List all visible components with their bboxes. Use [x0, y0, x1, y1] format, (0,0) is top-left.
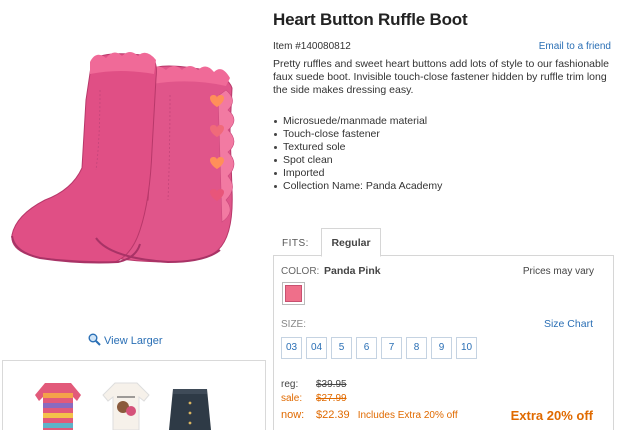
feature-text: Imported [283, 167, 325, 179]
size-button[interactable]: 6 [356, 337, 377, 359]
now-note: Includes Extra 20% off [357, 410, 458, 421]
sale-price-row: sale: $27.99 [281, 393, 347, 404]
reg-label: reg: [281, 379, 299, 390]
size-button[interactable]: 10 [456, 337, 477, 359]
size-button[interactable]: 9 [431, 337, 452, 359]
related-thumbnails [2, 360, 266, 431]
size-button[interactable]: 5 [331, 337, 352, 359]
sale-label: sale: [281, 393, 303, 404]
thumbnail-denim-skirt[interactable] [165, 375, 215, 430]
magnifier-icon [88, 333, 101, 349]
product-image[interactable] [0, 0, 270, 330]
promo-badge: Extra 20% off [510, 408, 593, 423]
feature-text: Spot clean [283, 154, 333, 166]
sale-price: $27.99 [316, 393, 347, 404]
bullet-icon [274, 172, 277, 175]
fits-label: FITS: [282, 238, 309, 249]
size-button[interactable]: 03 [281, 337, 302, 359]
thumbnail-striped-sweater[interactable] [33, 375, 83, 430]
bullet-icon [274, 133, 277, 136]
bullet-icon [274, 146, 277, 149]
size-button[interactable]: 7 [381, 337, 402, 359]
now-price-group: $22.39 Includes Extra 20% off [316, 409, 458, 421]
now-price: $22.39 [316, 409, 350, 421]
product-title: Heart Button Ruffle Boot [273, 10, 468, 29]
list-item: Spot clean [272, 154, 442, 167]
view-larger-link[interactable]: View Larger [88, 333, 163, 349]
now-price-row: now: $22.39 Includes Extra 20% off [281, 409, 458, 421]
fits-tabs: FITS: Regular [273, 228, 612, 257]
regular-price-row: reg: $39.95 [281, 379, 347, 390]
product-description: Pretty ruffles and sweet heart buttons a… [273, 58, 610, 96]
selected-color-name: Panda Pink [324, 265, 381, 277]
prices-note: Prices may vary [522, 266, 594, 277]
feature-text: Microsuede/manmade material [283, 115, 428, 127]
list-item: Imported [272, 167, 442, 180]
feature-text: Collection Name: Panda Academy [283, 180, 443, 192]
bullet-icon [274, 120, 277, 123]
list-item: Textured sole [272, 141, 442, 154]
color-swatch-panda-pink[interactable] [282, 282, 305, 305]
color-label: COLOR: [281, 266, 320, 277]
size-chart-link[interactable]: Size Chart [544, 318, 593, 330]
item-number: Item #140080812 [273, 41, 351, 52]
bullet-icon [274, 185, 277, 188]
size-label: SIZE: [281, 319, 307, 330]
size-button[interactable]: 8 [406, 337, 427, 359]
feature-list: Microsuede/manmade material Touch-close … [272, 115, 442, 193]
feature-text: Textured sole [283, 141, 346, 153]
email-friend-link[interactable]: Email to a friend [539, 41, 611, 52]
feature-text: Touch-close fastener [283, 128, 380, 140]
size-options: 03 04 5 6 7 8 9 10 [281, 337, 477, 359]
options-panel: COLOR: Panda Pink Prices may vary SIZE: … [273, 255, 614, 430]
list-item: Microsuede/manmade material [272, 115, 442, 128]
now-label: now: [281, 409, 305, 421]
tab-regular[interactable]: Regular [321, 228, 381, 257]
list-item: Touch-close fastener [272, 128, 442, 141]
reg-price: $39.95 [316, 379, 347, 390]
view-larger-label: View Larger [104, 335, 163, 347]
thumbnail-white-tee[interactable] [101, 375, 151, 431]
size-button[interactable]: 04 [306, 337, 327, 359]
list-item: Collection Name: Panda Academy [272, 180, 442, 193]
bullet-icon [274, 159, 277, 162]
